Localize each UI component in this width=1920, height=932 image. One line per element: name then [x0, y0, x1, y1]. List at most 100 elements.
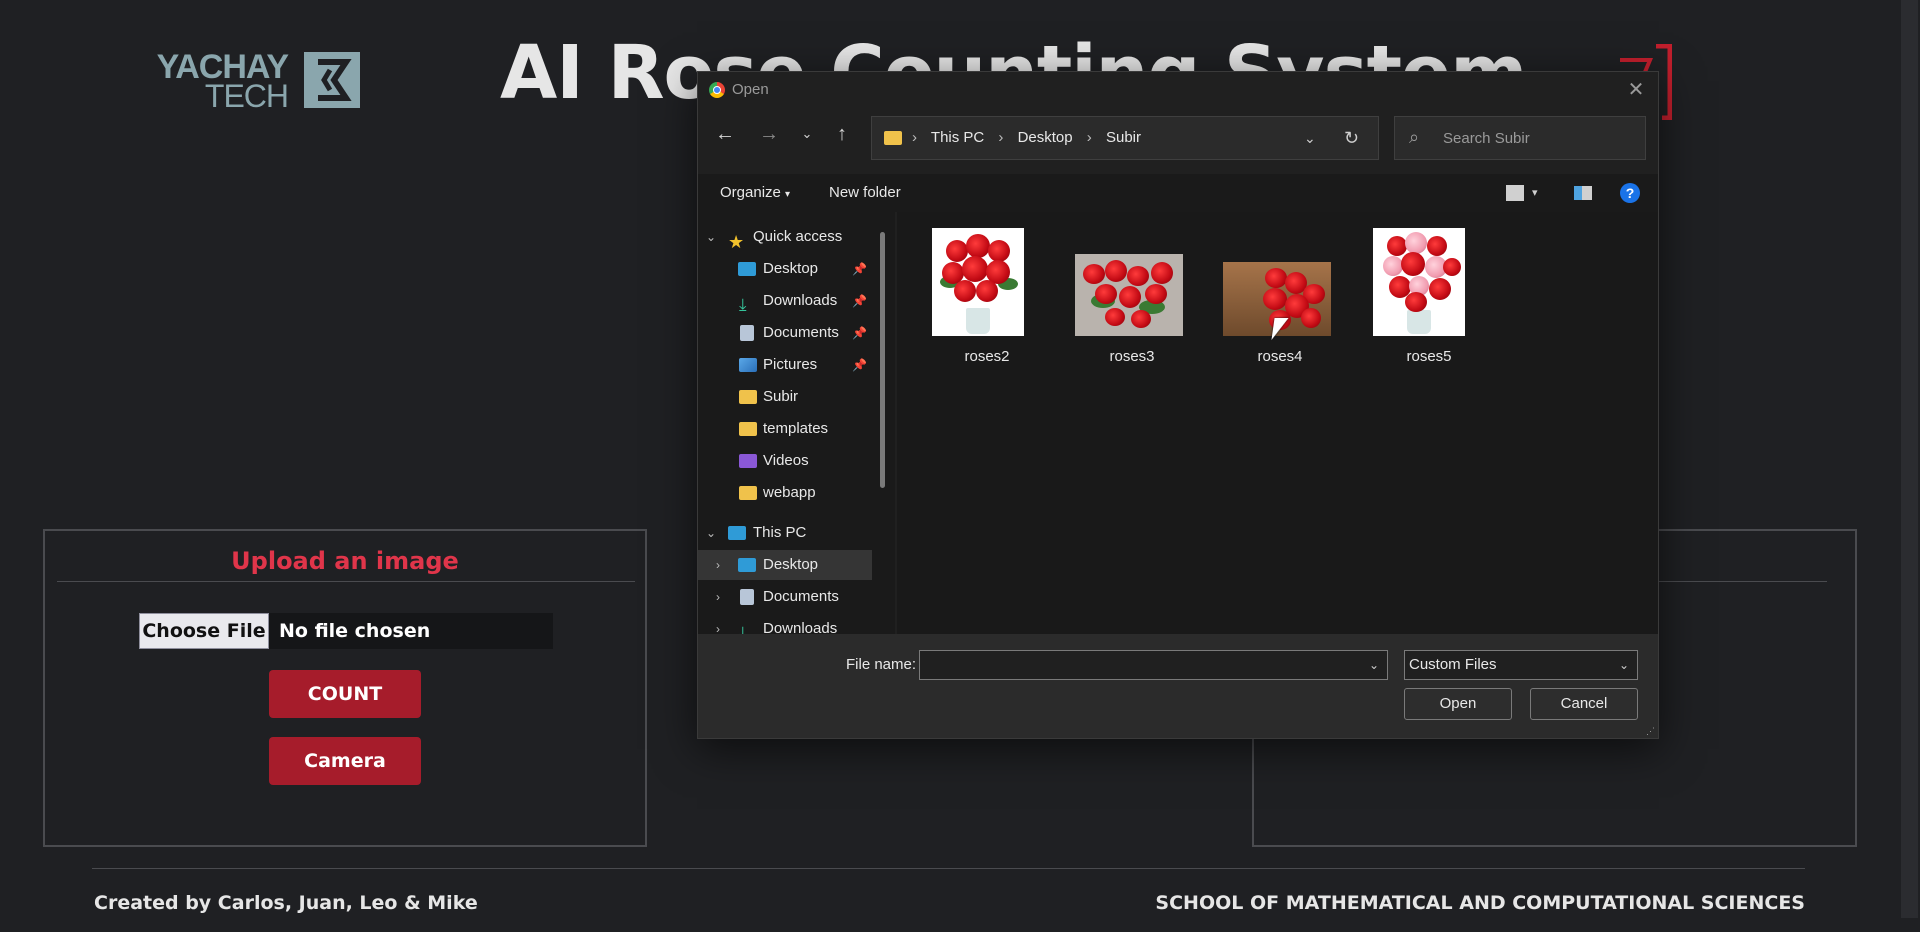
file-name: roses3	[1109, 348, 1155, 365]
folder-icon	[884, 131, 902, 145]
file-name-label: File name:	[846, 656, 917, 673]
nav-item-quick-access[interactable]: ⌄ ★ Quick access	[698, 222, 872, 252]
organize-dropdown-icon: ▾	[785, 189, 791, 200]
pin-icon: 📌	[852, 294, 867, 308]
expand-chevron-icon[interactable]: ›	[716, 582, 720, 612]
expand-chevron-icon[interactable]: ›	[716, 614, 720, 636]
count-button[interactable]: COUNT	[269, 670, 421, 718]
view-dropdown-icon[interactable]: ▾	[1532, 174, 1538, 212]
computer-icon	[728, 526, 746, 540]
file-type-value: Custom Files	[1409, 656, 1497, 673]
back-arrow-icon[interactable]: ←	[712, 122, 738, 146]
roses2-thumbnail	[932, 228, 1024, 336]
nav-item-label: Videos	[763, 452, 809, 469]
address-bar[interactable]: › This PC › Desktop › Subir ⌄ ↻	[871, 116, 1379, 160]
collapse-chevron-icon[interactable]: ⌄	[706, 222, 716, 252]
nav-item-this-pc-documents[interactable]: › Documents	[698, 582, 872, 612]
nav-item-templates[interactable]: templates	[698, 414, 872, 444]
nav-item-label: templates	[763, 420, 829, 437]
navigation-scrollbar[interactable]	[880, 232, 885, 488]
file-name: roses4	[1257, 348, 1303, 365]
organize-button[interactable]: Organize ▾	[720, 174, 790, 214]
expand-chevron-icon[interactable]: ›	[716, 550, 720, 580]
nav-item-label: Desktop	[763, 556, 819, 573]
view-mode-icon[interactable]	[1506, 185, 1524, 201]
footer-school: SCHOOL OF MATHEMATICAL AND COMPUTATIONAL…	[1155, 892, 1805, 914]
recent-locations-chevron-icon[interactable]: ⌄	[794, 122, 820, 146]
preview-pane-icon[interactable]	[1574, 186, 1592, 200]
nav-item-this-pc[interactable]: ⌄ This PC	[698, 518, 872, 548]
breadcrumb-this-pc[interactable]: This PC	[931, 129, 984, 146]
breadcrumb-desktop[interactable]: Desktop	[1018, 129, 1073, 146]
nav-item-label: Documents	[763, 588, 839, 605]
nav-item-this-pc-downloads[interactable]: › ⤓ Downloads	[698, 614, 872, 636]
nav-item-label: This PC	[753, 524, 807, 541]
file-tile-roses5[interactable]: roses5	[1369, 228, 1489, 368]
nav-item-label: Pictures	[763, 356, 818, 373]
nav-item-downloads[interactable]: ⤓ Downloads 📌	[698, 286, 872, 316]
file-list: roses2 roses3 roses4 roses5	[897, 212, 1658, 636]
folder-icon	[739, 486, 757, 500]
nav-item-videos[interactable]: Videos	[698, 446, 872, 476]
search-box[interactable]: ⌕	[1394, 116, 1646, 160]
file-name: roses5	[1406, 348, 1452, 365]
nav-item-documents[interactable]: Documents 📌	[698, 318, 872, 348]
resize-grip-icon[interactable]: ⋰	[1646, 726, 1656, 736]
file-type-dropdown-icon: ⌄	[1618, 658, 1629, 672]
nav-item-label: webapp	[763, 484, 816, 501]
nav-item-label: Subir	[763, 388, 799, 405]
page-scrollbar[interactable]	[1899, 0, 1920, 932]
camera-button[interactable]: Camera	[269, 737, 421, 785]
open-button[interactable]: Open	[1404, 688, 1512, 720]
nav-item-this-pc-desktop[interactable]: › Desktop	[698, 550, 872, 580]
collapse-chevron-icon[interactable]: ⌄	[706, 518, 716, 548]
footer-credits: Created by Carlos, Juan, Leo & Mike	[94, 892, 478, 914]
dialog-navbar: ← → ⌄ ↑ › This PC › Desktop › Subir ⌄ ↻ …	[698, 108, 1658, 160]
chrome-icon	[709, 82, 725, 98]
refresh-icon[interactable]: ↻	[1344, 117, 1359, 159]
file-type-select[interactable]: Custom Files ⌄	[1404, 650, 1638, 680]
nav-item-label: Documents	[763, 324, 839, 341]
address-history-chevron-icon[interactable]: ⌄	[1304, 117, 1316, 159]
search-input[interactable]	[1443, 117, 1633, 159]
file-tile-roses3[interactable]: roses3	[1067, 228, 1197, 368]
up-arrow-icon[interactable]: ↑	[829, 122, 855, 146]
help-icon[interactable]: ?	[1620, 183, 1640, 203]
upload-divider	[57, 581, 635, 582]
pictures-icon	[739, 358, 757, 372]
open-file-dialog: Open ✕ ← → ⌄ ↑ › This PC › Desktop › Sub…	[697, 71, 1659, 739]
new-folder-button[interactable]: New folder	[829, 174, 901, 212]
file-tile-roses2[interactable]: roses2	[927, 228, 1047, 368]
pin-icon: 📌	[852, 262, 867, 276]
file-input[interactable]: Choose File No file chosen	[139, 613, 553, 649]
file-name-dropdown-icon[interactable]: ⌄	[1369, 651, 1379, 679]
nav-item-label: Downloads	[763, 620, 838, 636]
roses5-thumbnail	[1373, 228, 1465, 336]
desktop-icon	[738, 558, 756, 572]
organize-label: Organize	[720, 184, 781, 201]
yachay-tech-logo: YACHAY TECH	[148, 50, 362, 112]
pin-icon: 📌	[852, 358, 867, 372]
footer-divider	[92, 868, 1805, 869]
nav-item-pictures[interactable]: Pictures 📌	[698, 350, 872, 380]
file-name-field[interactable]: ⌄	[919, 650, 1388, 680]
close-icon[interactable]: ✕	[1624, 78, 1648, 102]
logo-text-line2: TECH	[204, 78, 289, 114]
nav-item-webapp[interactable]: webapp	[698, 478, 872, 508]
pin-icon: 📌	[852, 326, 867, 340]
nav-item-subir[interactable]: Subir	[698, 382, 872, 412]
page-scrollbar-thumb[interactable]	[1901, 0, 1918, 918]
forward-arrow-icon[interactable]: →	[756, 122, 782, 146]
star-icon: ★	[728, 232, 745, 252]
nav-item-desktop[interactable]: Desktop 📌	[698, 254, 872, 284]
choose-file-button[interactable]: Choose File	[139, 613, 269, 649]
file-name-input[interactable]	[926, 651, 1356, 679]
breadcrumb: › This PC › Desktop › Subir	[912, 129, 1141, 146]
dialog-titlebar: Open ✕	[698, 72, 1658, 108]
file-tile-roses4[interactable]: roses4	[1215, 228, 1345, 368]
dialog-title: Open	[732, 81, 769, 98]
cancel-button[interactable]: Cancel	[1530, 688, 1638, 720]
command-bar: Organize ▾ New folder ▾ ?	[698, 174, 1658, 212]
breadcrumb-subir[interactable]: Subir	[1106, 129, 1141, 146]
folder-icon	[739, 422, 757, 436]
